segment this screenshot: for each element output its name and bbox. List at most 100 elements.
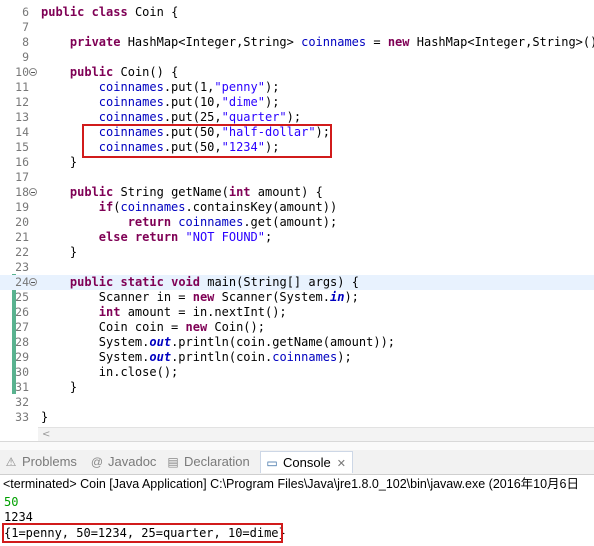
line-number: 28	[15, 335, 29, 349]
console-status: <terminated> Coin [Java Application] C:\…	[3, 477, 580, 491]
code-token: "NOT FOUND"	[185, 230, 266, 244]
tab-console[interactable]: ▭ Console ✕	[260, 451, 353, 473]
code-line[interactable]: 25 Scanner in = new Scanner(System.in);	[0, 290, 594, 305]
code-text: }	[41, 410, 48, 425]
code-token: coinnames	[272, 350, 338, 364]
code-token: );	[264, 95, 280, 109]
tab-declaration[interactable]: ▤ Declaration	[166, 453, 250, 471]
code-text: public Coin() {	[41, 65, 178, 80]
code-line[interactable]: 12 coinnames.put(10,"dime");	[0, 95, 594, 110]
line-number: 18	[15, 185, 29, 199]
code-token: .containsKey(amount))	[185, 200, 338, 214]
code-line[interactable]: 9	[0, 50, 594, 65]
tab-label: Javadoc	[108, 454, 157, 469]
tab-label: Problems	[22, 454, 77, 469]
close-icon[interactable]: ✕	[337, 458, 346, 470]
code-editor[interactable]: 6 public class Coin {7 8 private HashMap<I…	[0, 0, 594, 428]
code-token: out	[149, 335, 172, 349]
code-token: }	[41, 155, 78, 169]
line-number: 26	[15, 305, 29, 319]
code-token: return	[127, 215, 172, 229]
line-number: 16	[15, 155, 29, 169]
code-token: .get(amount);	[243, 215, 338, 229]
code-token: coinnames	[120, 200, 186, 214]
code-line[interactable]: 29 System.out.println(coin.coinnames);	[0, 350, 594, 365]
line-number: 23	[15, 260, 29, 274]
code-text: coinnames.put(10,"dime");	[41, 95, 280, 110]
code-line[interactable]: 21 else return "NOT FOUND";	[0, 230, 594, 245]
code-line[interactable]: 24 public static void main(String[] args…	[0, 275, 594, 290]
code-token: Coin();	[207, 320, 265, 334]
code-line[interactable]: 33}	[0, 410, 594, 425]
code-token: void	[171, 275, 200, 289]
code-text: System.out.println(coin.getName(amount))…	[41, 335, 395, 350]
code-line[interactable]: 13 coinnames.put(25,"quarter");	[0, 110, 594, 125]
code-text: return coinnames.get(amount);	[41, 215, 338, 230]
code-line[interactable]: 22 }	[0, 245, 594, 260]
code-line[interactable]: 10 public Coin() {	[0, 65, 594, 80]
fold-collapse-icon[interactable]	[29, 68, 37, 76]
code-text: if(coinnames.containsKey(amount))	[41, 200, 337, 215]
line-number: 30	[15, 365, 29, 379]
code-text: coinnames.put(25,"quarter");	[41, 110, 301, 125]
code-line[interactable]: 27 Coin coin = new Coin();	[0, 320, 594, 335]
code-line[interactable]: 11 coinnames.put(1,"penny");	[0, 80, 594, 95]
code-token: coinnames	[98, 110, 164, 124]
code-token: );	[264, 80, 280, 94]
console-icon: ▭	[266, 456, 278, 470]
code-text: public static void main(String[] args) {	[41, 275, 359, 290]
code-line[interactable]: 19 if(coinnames.containsKey(amount))	[0, 200, 594, 215]
code-token: new	[192, 290, 215, 304]
code-line[interactable]: 31 }	[0, 380, 594, 395]
code-line[interactable]: 30 in.close();	[0, 365, 594, 380]
code-line[interactable]: 17	[0, 170, 594, 185]
highlight-box-put-lines	[82, 124, 332, 158]
code-line[interactable]: 7	[0, 20, 594, 35]
code-token: public	[69, 65, 114, 79]
code-token: in.close();	[41, 365, 179, 379]
view-separator[interactable]	[0, 441, 594, 450]
line-number: 20	[15, 215, 29, 229]
code-token: amount) {	[250, 185, 323, 199]
scroll-left-icon[interactable]: <	[42, 429, 50, 440]
code-line[interactable]: 6 public class Coin {	[0, 5, 594, 20]
code-text: public String getName(int amount) {	[41, 185, 323, 200]
fold-collapse-icon[interactable]	[29, 188, 37, 196]
code-token: coinnames	[98, 80, 164, 94]
line-number: 19	[15, 200, 29, 214]
code-token: out	[149, 350, 172, 364]
code-token: }	[41, 410, 49, 424]
code-token: );	[337, 350, 352, 364]
code-line[interactable]: 26 int amount = in.nextInt();	[0, 305, 594, 320]
code-line[interactable]: 28 System.out.println(coin.getName(amoun…	[0, 335, 594, 350]
fold-collapse-icon[interactable]	[29, 278, 37, 286]
line-number: 12	[15, 95, 29, 109]
code-token: }	[41, 380, 78, 394]
tab-javadoc[interactable]: @ Javadoc	[90, 453, 157, 471]
code-text: System.out.println(coin.coinnames);	[41, 350, 352, 365]
tab-problems[interactable]: ⚠ Problems	[4, 453, 77, 471]
code-line[interactable]: 18 public String getName(int amount) {	[0, 185, 594, 200]
code-text: Coin coin = new Coin();	[41, 320, 265, 335]
editor-horizontal-scrollbar[interactable]: <	[38, 427, 594, 442]
line-number: 8	[22, 35, 29, 49]
code-line[interactable]: 20 return coinnames.get(amount);	[0, 215, 594, 230]
code-token: return	[134, 230, 179, 244]
code-token: else	[98, 230, 128, 244]
code-line[interactable]: 23	[0, 260, 594, 275]
tab-label: Declaration	[184, 454, 250, 469]
code-token: );	[286, 110, 302, 124]
line-number: 27	[15, 320, 29, 334]
console-input-line: 50	[4, 495, 19, 509]
code-token: ;	[265, 230, 273, 244]
code-line[interactable]: 8 private HashMap<Integer,String> coinna…	[0, 35, 594, 50]
line-number: 24	[15, 275, 29, 289]
line-number: 10	[15, 65, 29, 79]
code-line[interactable]: 32	[0, 395, 594, 410]
